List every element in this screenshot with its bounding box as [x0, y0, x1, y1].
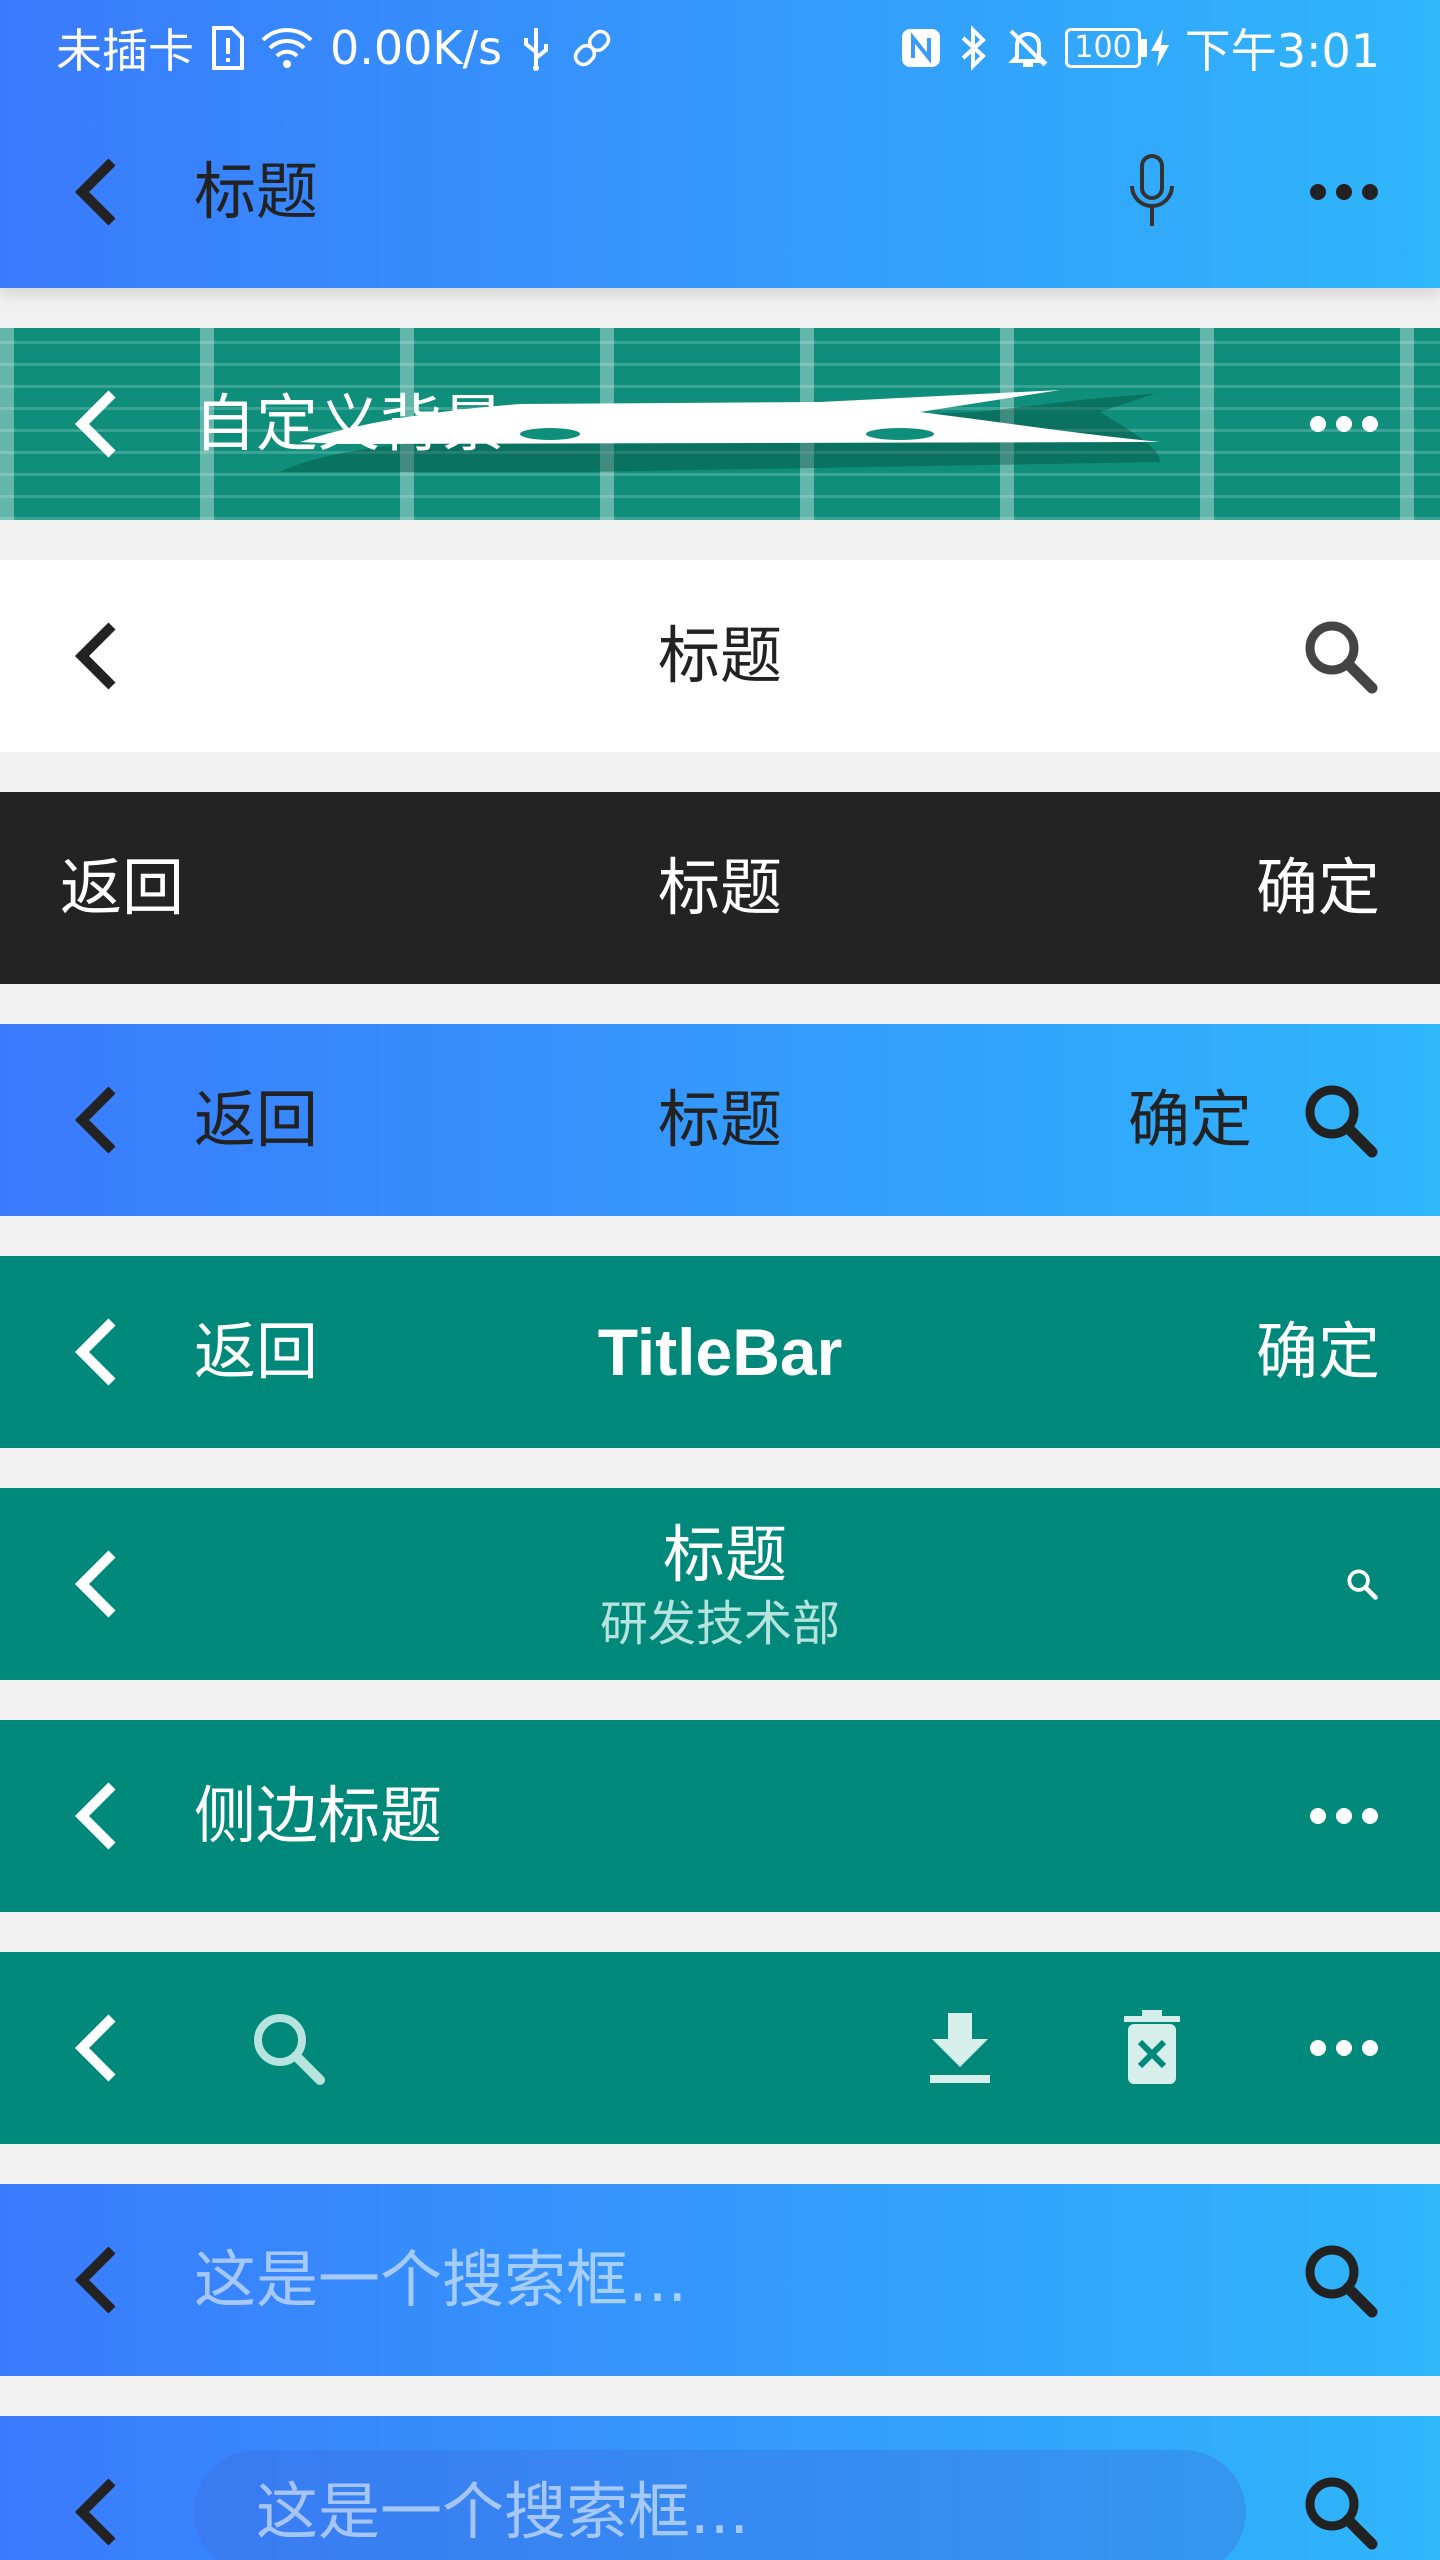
titlebar-gradient-full: 返回 标题 确定: [0, 1024, 1440, 1216]
network-speed: 0.00K/s: [330, 21, 503, 75]
titlebar-white: 标题: [0, 560, 1440, 752]
titlebar-search-rounded: 这是一个搜索框...: [0, 2416, 1440, 2560]
voice-button[interactable]: [1120, 152, 1184, 232]
confirm-button[interactable]: 确定: [1128, 1089, 1252, 1151]
download-button[interactable]: [924, 2008, 996, 2088]
search-placeholder: 这是一个搜索框...: [256, 2475, 750, 2548]
search-icon: [1347, 1569, 1378, 1600]
search-icon: [254, 2014, 325, 2085]
delete-button[interactable]: [1116, 2008, 1188, 2088]
titlebar-search: 这是一个搜索框...: [0, 2184, 1440, 2376]
bar-subtitle: 研发技术部: [599, 1596, 840, 1652]
bar-title: 标题: [657, 619, 782, 692]
battery-indicator: 100: [1065, 27, 1170, 69]
status-left: 未插卡 0.00K/s: [56, 20, 614, 78]
back-icon: [74, 2014, 116, 2082]
more-button[interactable]: [1308, 409, 1380, 439]
titlebar-custom-background: 自定义背景: [0, 328, 1440, 520]
back-icon: [74, 2478, 116, 2546]
more-icon: [1310, 416, 1378, 432]
titlebar-teal-bold: 返回 TitleBar 确定: [0, 1256, 1440, 1448]
microphone-icon: [1130, 154, 1174, 226]
nfc-icon: [899, 20, 943, 76]
confirm-button[interactable]: 确定: [1256, 857, 1380, 919]
search-button[interactable]: [1344, 1566, 1380, 1602]
titlebar-dark: 返回 标题 确定: [0, 792, 1440, 984]
titlebar-teal-subtitle: 标题 研发技术部: [0, 1488, 1440, 1680]
search-icon: [1305, 2245, 1378, 2318]
bar-title: 标题: [194, 155, 319, 228]
clock: 下午3:01: [1184, 24, 1380, 78]
search-pill-input[interactable]: 这是一个搜索框...: [194, 2450, 1246, 2560]
back-icon: [74, 1782, 116, 1850]
sim-status: 未插卡: [56, 24, 194, 78]
more-button[interactable]: [1308, 1801, 1380, 1831]
search-button[interactable]: [1300, 616, 1380, 696]
more-icon: [1310, 1808, 1378, 1824]
top-block: 未插卡 0.00K/s 100 下午3:01 标题: [0, 0, 1440, 288]
sim-alert-icon: [210, 20, 244, 76]
wifi-icon: [260, 20, 314, 76]
more-icon: [1310, 2040, 1378, 2056]
more-button[interactable]: [1308, 2033, 1380, 2063]
more-button[interactable]: [1308, 177, 1380, 207]
bluetooth-icon: [957, 20, 991, 76]
status-bar: 未插卡 0.00K/s 100 下午3:01: [0, 0, 1440, 96]
titlebar-teal-actions: [0, 1952, 1440, 2144]
search-input[interactable]: 这是一个搜索框...: [194, 2249, 687, 2311]
titlebar-teal-side: 侧边标题: [0, 1720, 1440, 1912]
back-button[interactable]: [72, 1780, 120, 1852]
bar-title: 标题: [662, 1518, 787, 1591]
back-button[interactable]: [72, 156, 120, 228]
more-icon: [1310, 184, 1378, 200]
mute-bell-icon: [1005, 20, 1051, 76]
charging-icon: [1150, 29, 1169, 67]
confirm-button[interactable]: 确定: [1256, 1321, 1380, 1383]
search-button[interactable]: [1300, 2240, 1380, 2320]
search-icon: [1305, 1085, 1378, 1158]
bar-title: 自定义背景: [194, 387, 505, 460]
back-icon: [74, 2246, 116, 2314]
bar-title: 标题: [657, 851, 782, 924]
titlebar-gradient-mic: 标题: [0, 96, 1440, 288]
battery-level: 100: [1065, 28, 1141, 68]
search-icon: [1305, 2477, 1378, 2550]
usb-icon: [518, 20, 554, 76]
delete-icon: [1124, 2010, 1180, 2084]
back-button[interactable]: [72, 2476, 120, 2548]
bar-title: TitleBar: [597, 1315, 843, 1389]
search-button[interactable]: [1300, 2472, 1380, 2552]
back-button[interactable]: [72, 2244, 120, 2316]
bar-title: 侧边标题: [194, 1779, 443, 1852]
search-button[interactable]: [1300, 1080, 1380, 1160]
search-button[interactable]: [248, 2008, 328, 2088]
link-icon: [570, 20, 614, 76]
back-button[interactable]: [72, 2012, 120, 2084]
back-icon: [74, 158, 116, 226]
status-right: 100 下午3:01: [899, 20, 1380, 78]
search-icon: [1305, 621, 1378, 694]
back-button[interactable]: [72, 388, 120, 460]
download-icon: [930, 2013, 990, 2083]
back-icon: [74, 390, 116, 458]
